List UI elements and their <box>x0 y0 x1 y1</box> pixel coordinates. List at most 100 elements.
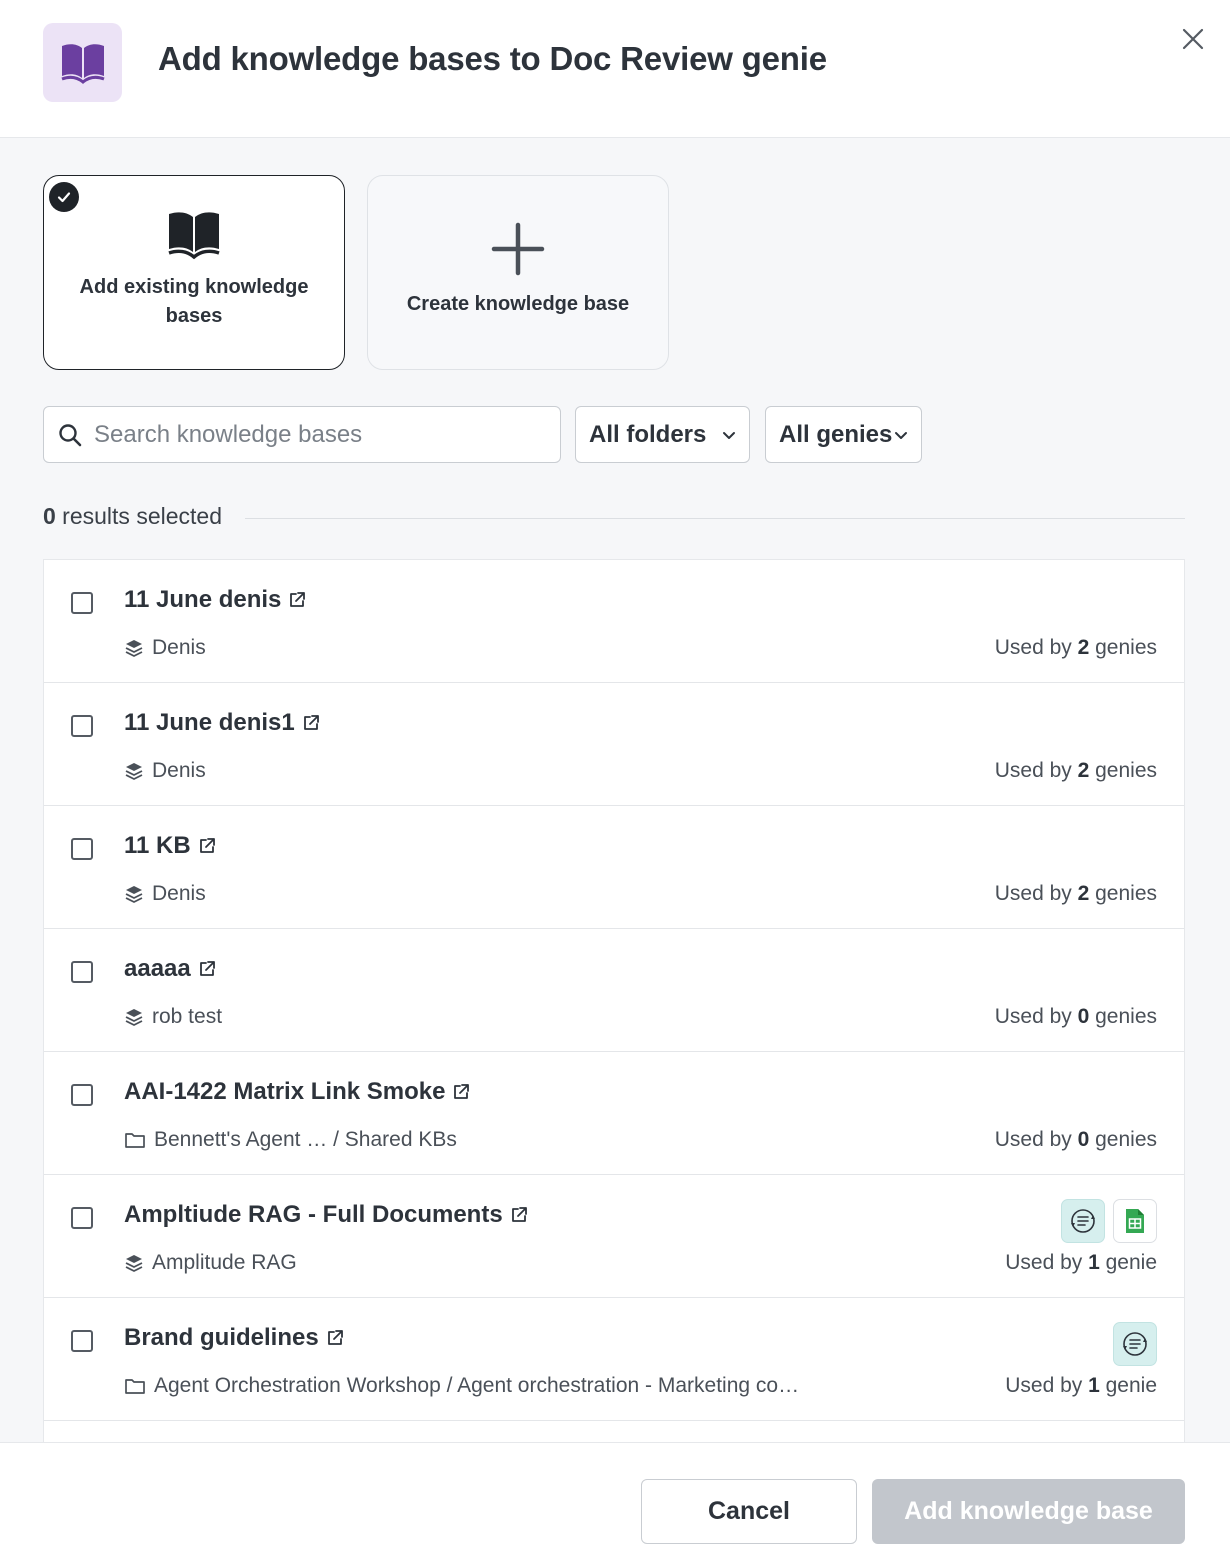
create-knowledge-base-option[interactable]: Create knowledge base <box>367 175 669 370</box>
kb-source-badges <box>1061 1199 1157 1243</box>
kb-select-checkbox[interactable] <box>71 715 93 737</box>
genie-filter-dropdown[interactable]: All genies <box>765 406 922 463</box>
folder-filter-dropdown[interactable]: All folders <box>575 406 750 463</box>
book-open-icon <box>43 23 122 102</box>
used-by-prefix: Used by <box>994 636 1078 659</box>
kb-select-checkbox[interactable] <box>71 1330 93 1352</box>
used-by-count: 2 <box>1077 636 1090 659</box>
used-by-count: 0 <box>1077 1005 1090 1028</box>
dialog-footer: Cancel Add knowledge base <box>0 1442 1230 1564</box>
close-button[interactable] <box>1176 22 1210 56</box>
kb-name-text: Ampltiude RAG - Full Documents <box>124 1201 503 1228</box>
kb-list-item[interactable]: AAI-1422 Matrix Link Smoke Bennett's Age… <box>44 1052 1184 1175</box>
folder-filter-value: All folders <box>589 420 707 448</box>
chevron-down-icon <box>723 432 735 439</box>
used-by-count: 2 <box>1077 882 1090 905</box>
kb-list-item[interactable]: 11 KB Denis Used by 2 genies <box>44 806 1184 929</box>
kb-select-checkbox[interactable] <box>71 961 93 983</box>
used-by-prefix: Used by <box>1005 1251 1089 1274</box>
results-suffix: results selected <box>55 503 222 529</box>
used-by-prefix: Used by <box>994 882 1078 905</box>
kb-used-by: Used by 2 genies <box>995 759 1157 783</box>
used-by-unit: genies <box>1089 759 1157 782</box>
cancel-button[interactable]: Cancel <box>641 1479 857 1544</box>
kb-location: Denis <box>124 759 206 783</box>
layers-icon <box>124 1007 144 1027</box>
kb-location: Denis <box>124 882 206 906</box>
kb-location-text: Denis <box>152 882 206 905</box>
search-input[interactable] <box>94 420 534 449</box>
external-link-icon[interactable] <box>198 837 216 855</box>
kb-name-text: aaaaa <box>124 955 191 982</box>
kb-list-item[interactable]: 11 June denis1 Denis Used by 2 genies <box>44 683 1184 806</box>
chevron-down-icon <box>895 432 907 439</box>
kb-list-item[interactable]: Ampltiude RAG - Full Documents Amplitude… <box>44 1175 1184 1298</box>
external-link-icon[interactable] <box>510 1206 528 1224</box>
kb-location-text: Denis <box>152 759 206 782</box>
external-link-icon[interactable] <box>198 960 216 978</box>
add-knowledge-base-button[interactable]: Add knowledge base <box>872 1479 1185 1544</box>
add-existing-option[interactable]: Add existing knowledge bases <box>43 175 345 370</box>
kb-location-text: Denis <box>152 636 206 659</box>
external-link-icon[interactable] <box>288 591 306 609</box>
kb-name: aaaaa <box>124 955 216 983</box>
kb-list-item[interactable] <box>44 1421 1184 1442</box>
kb-location: Bennett's Agent … / Shared KBs <box>124 1128 457 1152</box>
used-by-count: 0 <box>1077 1128 1090 1151</box>
used-by-unit: genies <box>1089 1128 1157 1151</box>
plus-icon <box>490 221 546 282</box>
kb-select-checkbox[interactable] <box>71 1084 93 1106</box>
used-by-prefix: Used by <box>1005 1374 1089 1397</box>
kb-used-by: Used by 0 genies <box>995 1128 1157 1152</box>
kb-used-by: Used by 1 genie <box>1005 1251 1157 1275</box>
kb-name: Ampltiude RAG - Full Documents <box>124 1201 528 1229</box>
kb-list-item[interactable]: 11 June denis Denis Used by 2 genies <box>44 560 1184 683</box>
used-by-unit: genies <box>1089 882 1157 905</box>
sync-source-icon <box>1113 1322 1157 1366</box>
used-by-count: 1 <box>1088 1374 1100 1397</box>
layers-icon <box>124 884 144 904</box>
kb-location-text: Agent Orchestration Workshop / Agent orc… <box>154 1374 800 1397</box>
kb-name: Brand guidelines <box>124 1324 344 1352</box>
kb-name: 11 June denis <box>124 586 306 614</box>
google-sheets-icon <box>1113 1199 1157 1243</box>
create-knowledge-base-label: Create knowledge base <box>406 292 630 315</box>
kb-name: 11 KB <box>124 832 216 860</box>
external-link-icon[interactable] <box>302 714 320 732</box>
results-count: 0 <box>43 503 56 529</box>
kb-select-checkbox[interactable] <box>71 592 93 614</box>
kb-location-text: Amplitude RAG <box>152 1251 297 1274</box>
kb-list-item[interactable]: Brand guidelines Agent Orchestration Wor… <box>44 1298 1184 1421</box>
kb-select-checkbox[interactable] <box>71 1207 93 1229</box>
kb-name-text: 11 KB <box>124 832 191 859</box>
kb-name-text: Brand guidelines <box>124 1324 319 1351</box>
kb-name: 11 June denis1 <box>124 709 320 737</box>
results-selected-count: 0 results selected <box>43 503 222 530</box>
used-by-count: 2 <box>1077 759 1090 782</box>
results-divider <box>245 518 1185 519</box>
sync-source-icon <box>1061 1199 1105 1243</box>
kb-select-checkbox[interactable] <box>71 838 93 860</box>
kb-used-by: Used by 1 genie <box>1005 1374 1157 1398</box>
knowledge-base-list[interactable]: 11 June denis Denis Used by 2 genies 11 … <box>43 559 1185 1442</box>
used-by-unit: genies <box>1089 1005 1157 1028</box>
kb-location: Denis <box>124 636 206 660</box>
layers-icon <box>124 638 144 658</box>
external-link-icon[interactable] <box>326 1329 344 1347</box>
layers-icon <box>124 761 144 781</box>
add-existing-label: Add existing knowledge bases <box>79 276 309 327</box>
close-icon <box>1182 28 1204 50</box>
kb-source-badges <box>1113 1322 1157 1366</box>
kb-list-item[interactable]: aaaaa rob test Used by 0 genies <box>44 929 1184 1052</box>
external-link-icon[interactable] <box>452 1083 470 1101</box>
used-by-prefix: Used by <box>994 1005 1078 1028</box>
kb-used-by: Used by 2 genies <box>995 882 1157 906</box>
used-by-count: 1 <box>1088 1251 1100 1274</box>
used-by-prefix: Used by <box>994 759 1078 782</box>
used-by-unit: genie <box>1099 1374 1157 1397</box>
search-box[interactable] <box>43 406 561 463</box>
used-by-unit: genie <box>1099 1251 1157 1274</box>
kb-used-by: Used by 0 genies <box>995 1005 1157 1029</box>
kb-name-text: 11 June denis <box>124 586 282 613</box>
used-by-prefix: Used by <box>994 1128 1078 1151</box>
